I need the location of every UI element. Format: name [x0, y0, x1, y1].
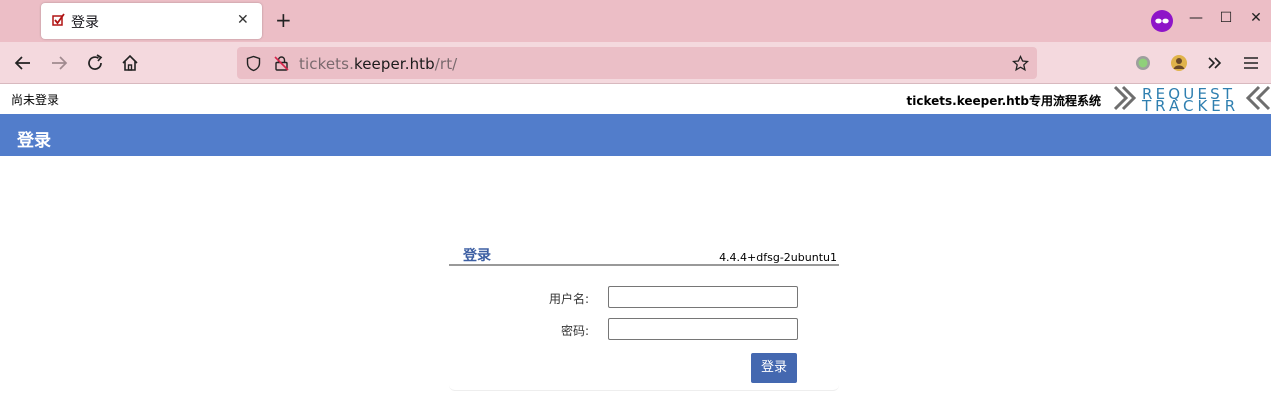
private-browsing-mask-icon — [1151, 10, 1173, 32]
logo-text-tracker: TRACKER — [1142, 97, 1240, 115]
minimize-button[interactable]: — — [1186, 10, 1206, 26]
more-tools-chevron-icon[interactable] — [1205, 53, 1225, 73]
extension-status-icon[interactable] — [1133, 53, 1153, 73]
close-window-button[interactable]: ✕ — [1246, 10, 1266, 26]
login-box: 登录 4.4.4+dfsg-2ubuntu1 用户名: 密码: 登录 — [449, 241, 839, 391]
password-label: 密码: — [560, 324, 589, 338]
browser-tab[interactable]: 登录 ✕ — [41, 3, 262, 39]
login-box-divider — [449, 264, 839, 266]
request-tracker-logo[interactable]: REQUEST TRACKER — [1114, 85, 1271, 115]
insecure-lock-icon[interactable] — [273, 55, 290, 72]
site-label: tickets.keeper.htb专用流程系统 — [906, 94, 1102, 108]
url-bar[interactable]: tickets.keeper.htb/rt/ — [237, 47, 1037, 79]
checkbox-favicon-icon — [52, 13, 65, 26]
profile-avatar-icon[interactable] — [1169, 53, 1189, 73]
login-submit-button[interactable]: 登录 — [751, 353, 797, 383]
username-input[interactable] — [608, 286, 798, 308]
hamburger-menu-icon[interactable] — [1241, 53, 1261, 73]
rt-version: 4.4.4+dfsg-2ubuntu1 — [719, 251, 837, 264]
browser-nav-bar: tickets.keeper.htb/rt/ — [0, 42, 1271, 84]
login-box-title: 登录 — [463, 248, 491, 264]
maximize-button[interactable]: ☐ — [1216, 10, 1236, 26]
page-header: 登录 — [0, 114, 1271, 156]
url-text: tickets.keeper.htb/rt/ — [299, 55, 458, 73]
shield-icon[interactable] — [245, 55, 262, 72]
browser-tab-bar: 登录 ✕ + — ☐ ✕ — [0, 0, 1271, 42]
password-input[interactable] — [608, 318, 798, 340]
page-top-line: 尚未登录 tickets.keeper.htb专用流程系统 REQUEST TR… — [0, 85, 1271, 115]
forward-icon[interactable] — [49, 53, 69, 73]
home-icon[interactable] — [120, 53, 140, 73]
username-label: 用户名: — [548, 292, 589, 306]
login-status-text: 尚未登录 — [11, 93, 60, 107]
bookmark-star-icon[interactable] — [1012, 55, 1029, 72]
tab-close-icon[interactable]: ✕ — [237, 12, 249, 28]
page-title: 登录 — [17, 131, 51, 151]
back-icon[interactable] — [13, 53, 33, 73]
tab-title: 登录 — [71, 15, 99, 31]
reload-icon[interactable] — [85, 53, 105, 73]
new-tab-button[interactable]: + — [275, 9, 292, 31]
